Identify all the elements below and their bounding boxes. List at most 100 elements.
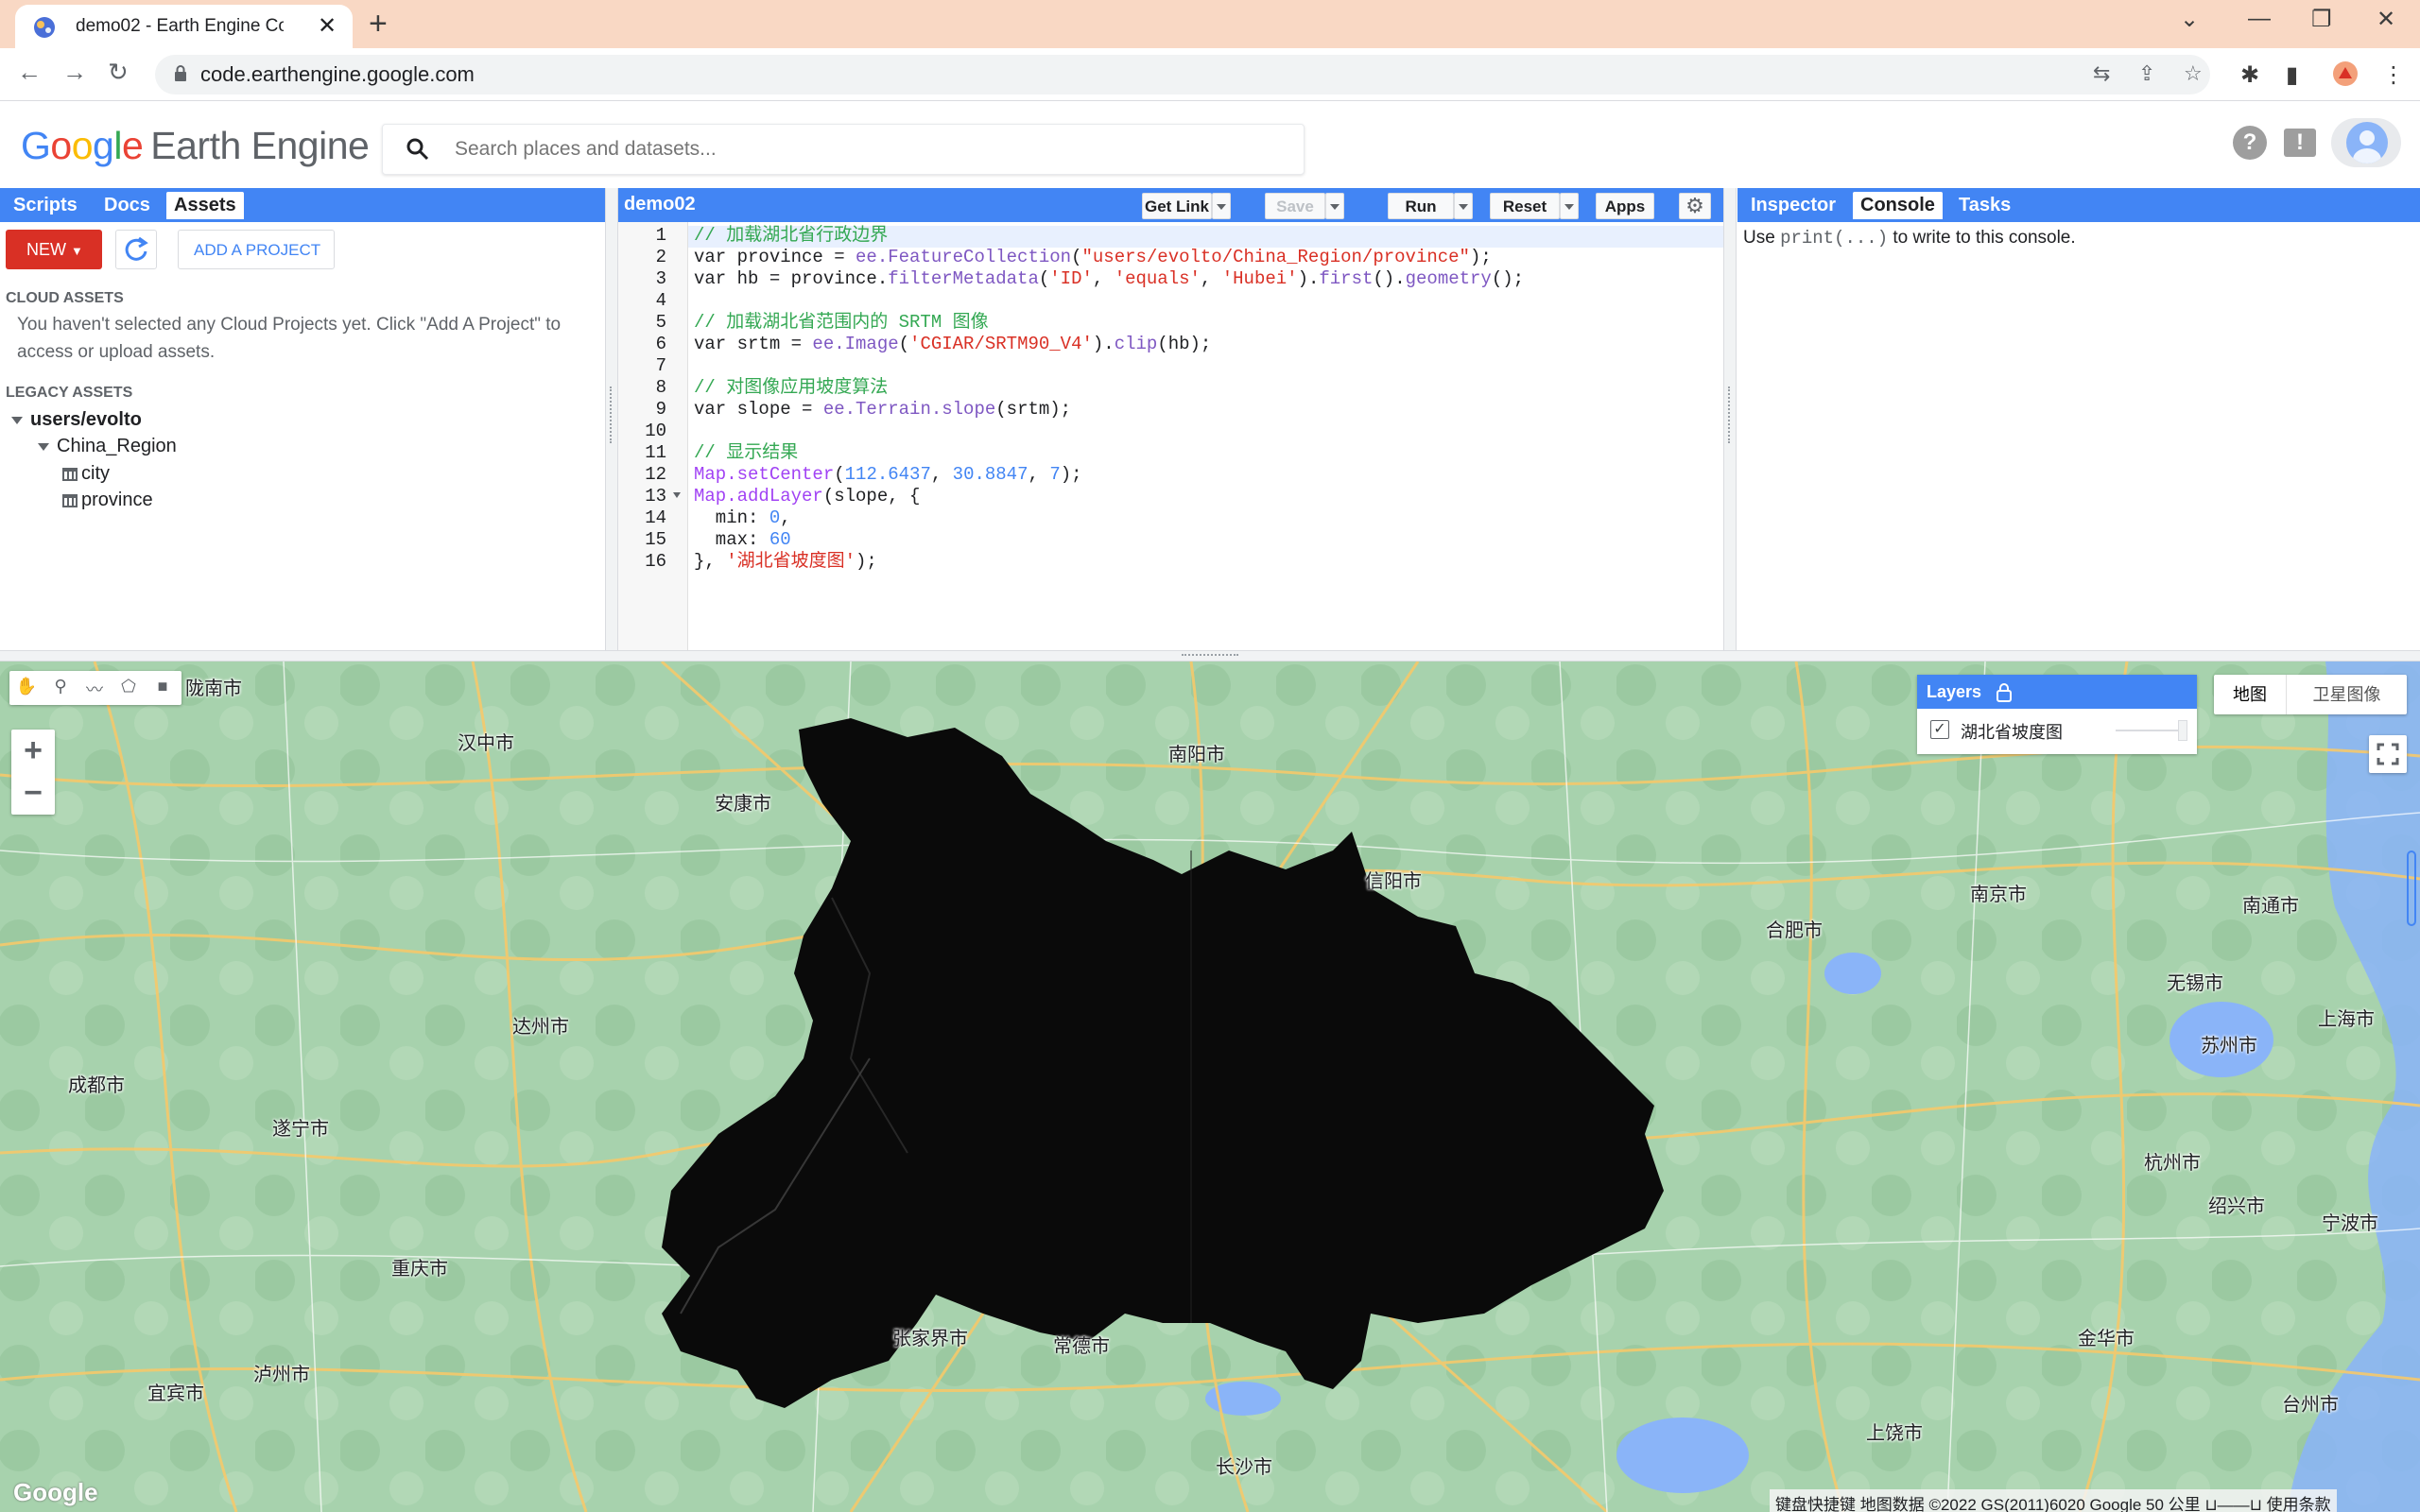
- right-splitter[interactable]: [1723, 188, 1737, 650]
- back-icon[interactable]: ←: [17, 58, 42, 87]
- zoom-out-button[interactable]: −: [11, 772, 55, 815]
- map-type-roadmap[interactable]: 地图: [2214, 675, 2286, 714]
- code-line[interactable]: [694, 355, 1524, 377]
- layer-opacity-slider[interactable]: [2116, 730, 2186, 731]
- code-line[interactable]: var hb = province.filterMetadata('ID', '…: [694, 268, 1524, 290]
- city-label: 泸州市: [253, 1365, 310, 1385]
- minimize-icon[interactable]: —: [2248, 6, 2271, 32]
- rectangle-tool-icon[interactable]: ■: [149, 677, 176, 699]
- tab-search-icon[interactable]: ⌄: [2180, 6, 2199, 33]
- new-tab-icon[interactable]: +: [369, 6, 388, 43]
- add-project-button[interactable]: ADD A PROJECT: [178, 230, 335, 269]
- code-line[interactable]: // 加载湖北省行政边界: [694, 225, 1524, 247]
- pan-hand-icon[interactable]: ✋: [13, 677, 40, 699]
- close-tab-icon[interactable]: ✕: [318, 12, 337, 40]
- new-button[interactable]: NEW ▼: [6, 230, 102, 269]
- tab-assets[interactable]: Assets: [166, 192, 244, 219]
- tree-table-province[interactable]: province: [62, 490, 153, 511]
- map-splitter[interactable]: [0, 650, 2420, 662]
- fullscreen-button[interactable]: [2369, 735, 2407, 773]
- profile-icon[interactable]: [2331, 60, 2360, 88]
- reload-icon[interactable]: ↻: [108, 58, 129, 87]
- earth-engine-logo[interactable]: Google Earth Engine: [21, 124, 370, 168]
- window-close-icon[interactable]: ✕: [2377, 6, 2395, 33]
- code-line[interactable]: max: 60: [694, 529, 1524, 551]
- fold-arrow-icon[interactable]: [673, 492, 681, 498]
- code-line[interactable]: }, '湖北省坡度图');: [694, 551, 1524, 573]
- account-button[interactable]: [2331, 118, 2401, 167]
- lock-icon[interactable]: [1995, 682, 2014, 703]
- forward-icon[interactable]: →: [62, 58, 87, 87]
- star-icon[interactable]: ☆: [2184, 61, 2203, 86]
- map-attribution[interactable]: 键盘快捷键 地图数据 ©2022 GS(2011)6020 Google 50 …: [1770, 1489, 2337, 1512]
- assets-panel: NEW ▼ ADD A PROJECT CLOUD ASSETS You hav…: [0, 222, 605, 650]
- code-editor[interactable]: 1 2 3 4 5 6 7 8 9 10 11 12 13 14 15 16 // 加载湖北省行政边界 var …: [618, 222, 1723, 650]
- kebab-menu-icon[interactable]: ⋮: [2382, 61, 2405, 89]
- reset-dropdown[interactable]: [1560, 193, 1579, 219]
- reset-button[interactable]: Reset: [1490, 193, 1560, 219]
- left-splitter[interactable]: [605, 188, 618, 650]
- line-number: 15: [645, 529, 666, 550]
- tab-scripts[interactable]: Scripts: [6, 192, 85, 219]
- tab-inspector[interactable]: Inspector: [1743, 192, 1843, 219]
- run-button[interactable]: Run: [1388, 193, 1454, 219]
- layer-visibility-checkbox[interactable]: ✓: [1930, 720, 1949, 739]
- layers-header[interactable]: Layers: [1917, 675, 2197, 709]
- tree-table-city[interactable]: city: [62, 463, 110, 485]
- code-line[interactable]: min: 0,: [694, 507, 1524, 529]
- console-hint: Use print(...) to write to this console.: [1743, 228, 2076, 249]
- tree-folder-china-region[interactable]: China_Region: [38, 436, 177, 457]
- translate-icon[interactable]: ⇆: [2093, 61, 2110, 86]
- code-line[interactable]: Map.addLayer(slope, {: [694, 486, 1524, 507]
- restore-icon[interactable]: ❐: [2311, 6, 2332, 33]
- tab-tasks[interactable]: Tasks: [1951, 192, 2018, 219]
- zoom-in-button[interactable]: +: [11, 730, 55, 772]
- code-line[interactable]: // 对图像应用坡度算法: [694, 377, 1524, 399]
- layers-panel: Layers ✓ 湖北省坡度图: [1917, 675, 2197, 754]
- code-line[interactable]: var slope = ee.Terrain.slope(srtm);: [694, 399, 1524, 421]
- get-link-button[interactable]: Get Link: [1142, 193, 1212, 219]
- browser-tab[interactable]: demo02 - Earth Engine Code E ✕: [15, 5, 353, 48]
- line-number: 2: [655, 247, 666, 267]
- save-dropdown[interactable]: [1325, 193, 1344, 219]
- browser-tab-title: demo02 - Earth Engine Code E: [76, 16, 284, 36]
- right-panel-tabbar: Inspector Console Tasks: [1737, 188, 2420, 222]
- code-line[interactable]: [694, 290, 1524, 312]
- code-content[interactable]: // 加载湖北省行政边界 var province = ee.FeatureCol…: [694, 225, 1524, 573]
- code-line[interactable]: // 加载湖北省范围内的 SRTM 图像: [694, 312, 1524, 334]
- share-icon[interactable]: ⇪: [2138, 61, 2155, 86]
- gear-icon[interactable]: ⚙: [1679, 193, 1711, 219]
- point-marker-icon[interactable]: ⚲: [47, 677, 74, 699]
- search-box[interactable]: [382, 124, 1305, 175]
- code-line[interactable]: var province = ee.FeatureCollection("use…: [694, 247, 1524, 268]
- feedback-icon[interactable]: !: [2284, 129, 2316, 157]
- line-number-gutter: 1 2 3 4 5 6 7 8 9 10 11 12 13 14 15 16: [618, 222, 688, 650]
- tab-console[interactable]: Console: [1853, 192, 1943, 219]
- help-icon[interactable]: ?: [2233, 126, 2267, 160]
- extensions-icon[interactable]: ✱: [2240, 61, 2259, 89]
- line-number: 3: [655, 268, 666, 289]
- line-number: 4: [655, 290, 666, 311]
- line-tool-icon[interactable]: 〰: [81, 677, 108, 699]
- map-view[interactable]: 陇南市 汉中市 安康市 南阳市 信阳市 合肥市 南京市 南通市 无锡市 上海市 …: [0, 662, 2420, 1512]
- layer-opacity-knob[interactable]: [2178, 720, 2187, 741]
- sidepanel-icon[interactable]: ▮: [2286, 61, 2298, 89]
- refresh-icon: [125, 236, 148, 261]
- map-type-satellite[interactable]: 卫星图像: [2286, 675, 2407, 714]
- run-dropdown[interactable]: [1454, 193, 1473, 219]
- omnibox[interactable]: code.earthengine.google.com ⇆ ⇪ ☆: [155, 55, 2210, 94]
- polygon-tool-icon[interactable]: ⬠: [115, 677, 142, 699]
- code-line[interactable]: // 显示结果: [694, 442, 1524, 464]
- get-link-dropdown[interactable]: [1212, 193, 1231, 219]
- map-type-control: 地图 卫星图像: [2214, 675, 2407, 714]
- code-line[interactable]: var srtm = ee.Image('CGIAR/SRTM90_V4').c…: [694, 334, 1524, 355]
- earth-engine-favicon-icon: [34, 17, 55, 38]
- save-button[interactable]: Save: [1265, 193, 1325, 219]
- code-line[interactable]: [694, 421, 1524, 442]
- search-input[interactable]: [453, 134, 1266, 164]
- tab-docs[interactable]: Docs: [96, 192, 158, 219]
- code-line[interactable]: Map.setCenter(112.6437, 30.8847, 7);: [694, 464, 1524, 486]
- refresh-button[interactable]: [115, 230, 157, 269]
- tree-root-users-evolto[interactable]: users/evolto: [11, 409, 142, 431]
- apps-button[interactable]: Apps: [1596, 193, 1654, 219]
